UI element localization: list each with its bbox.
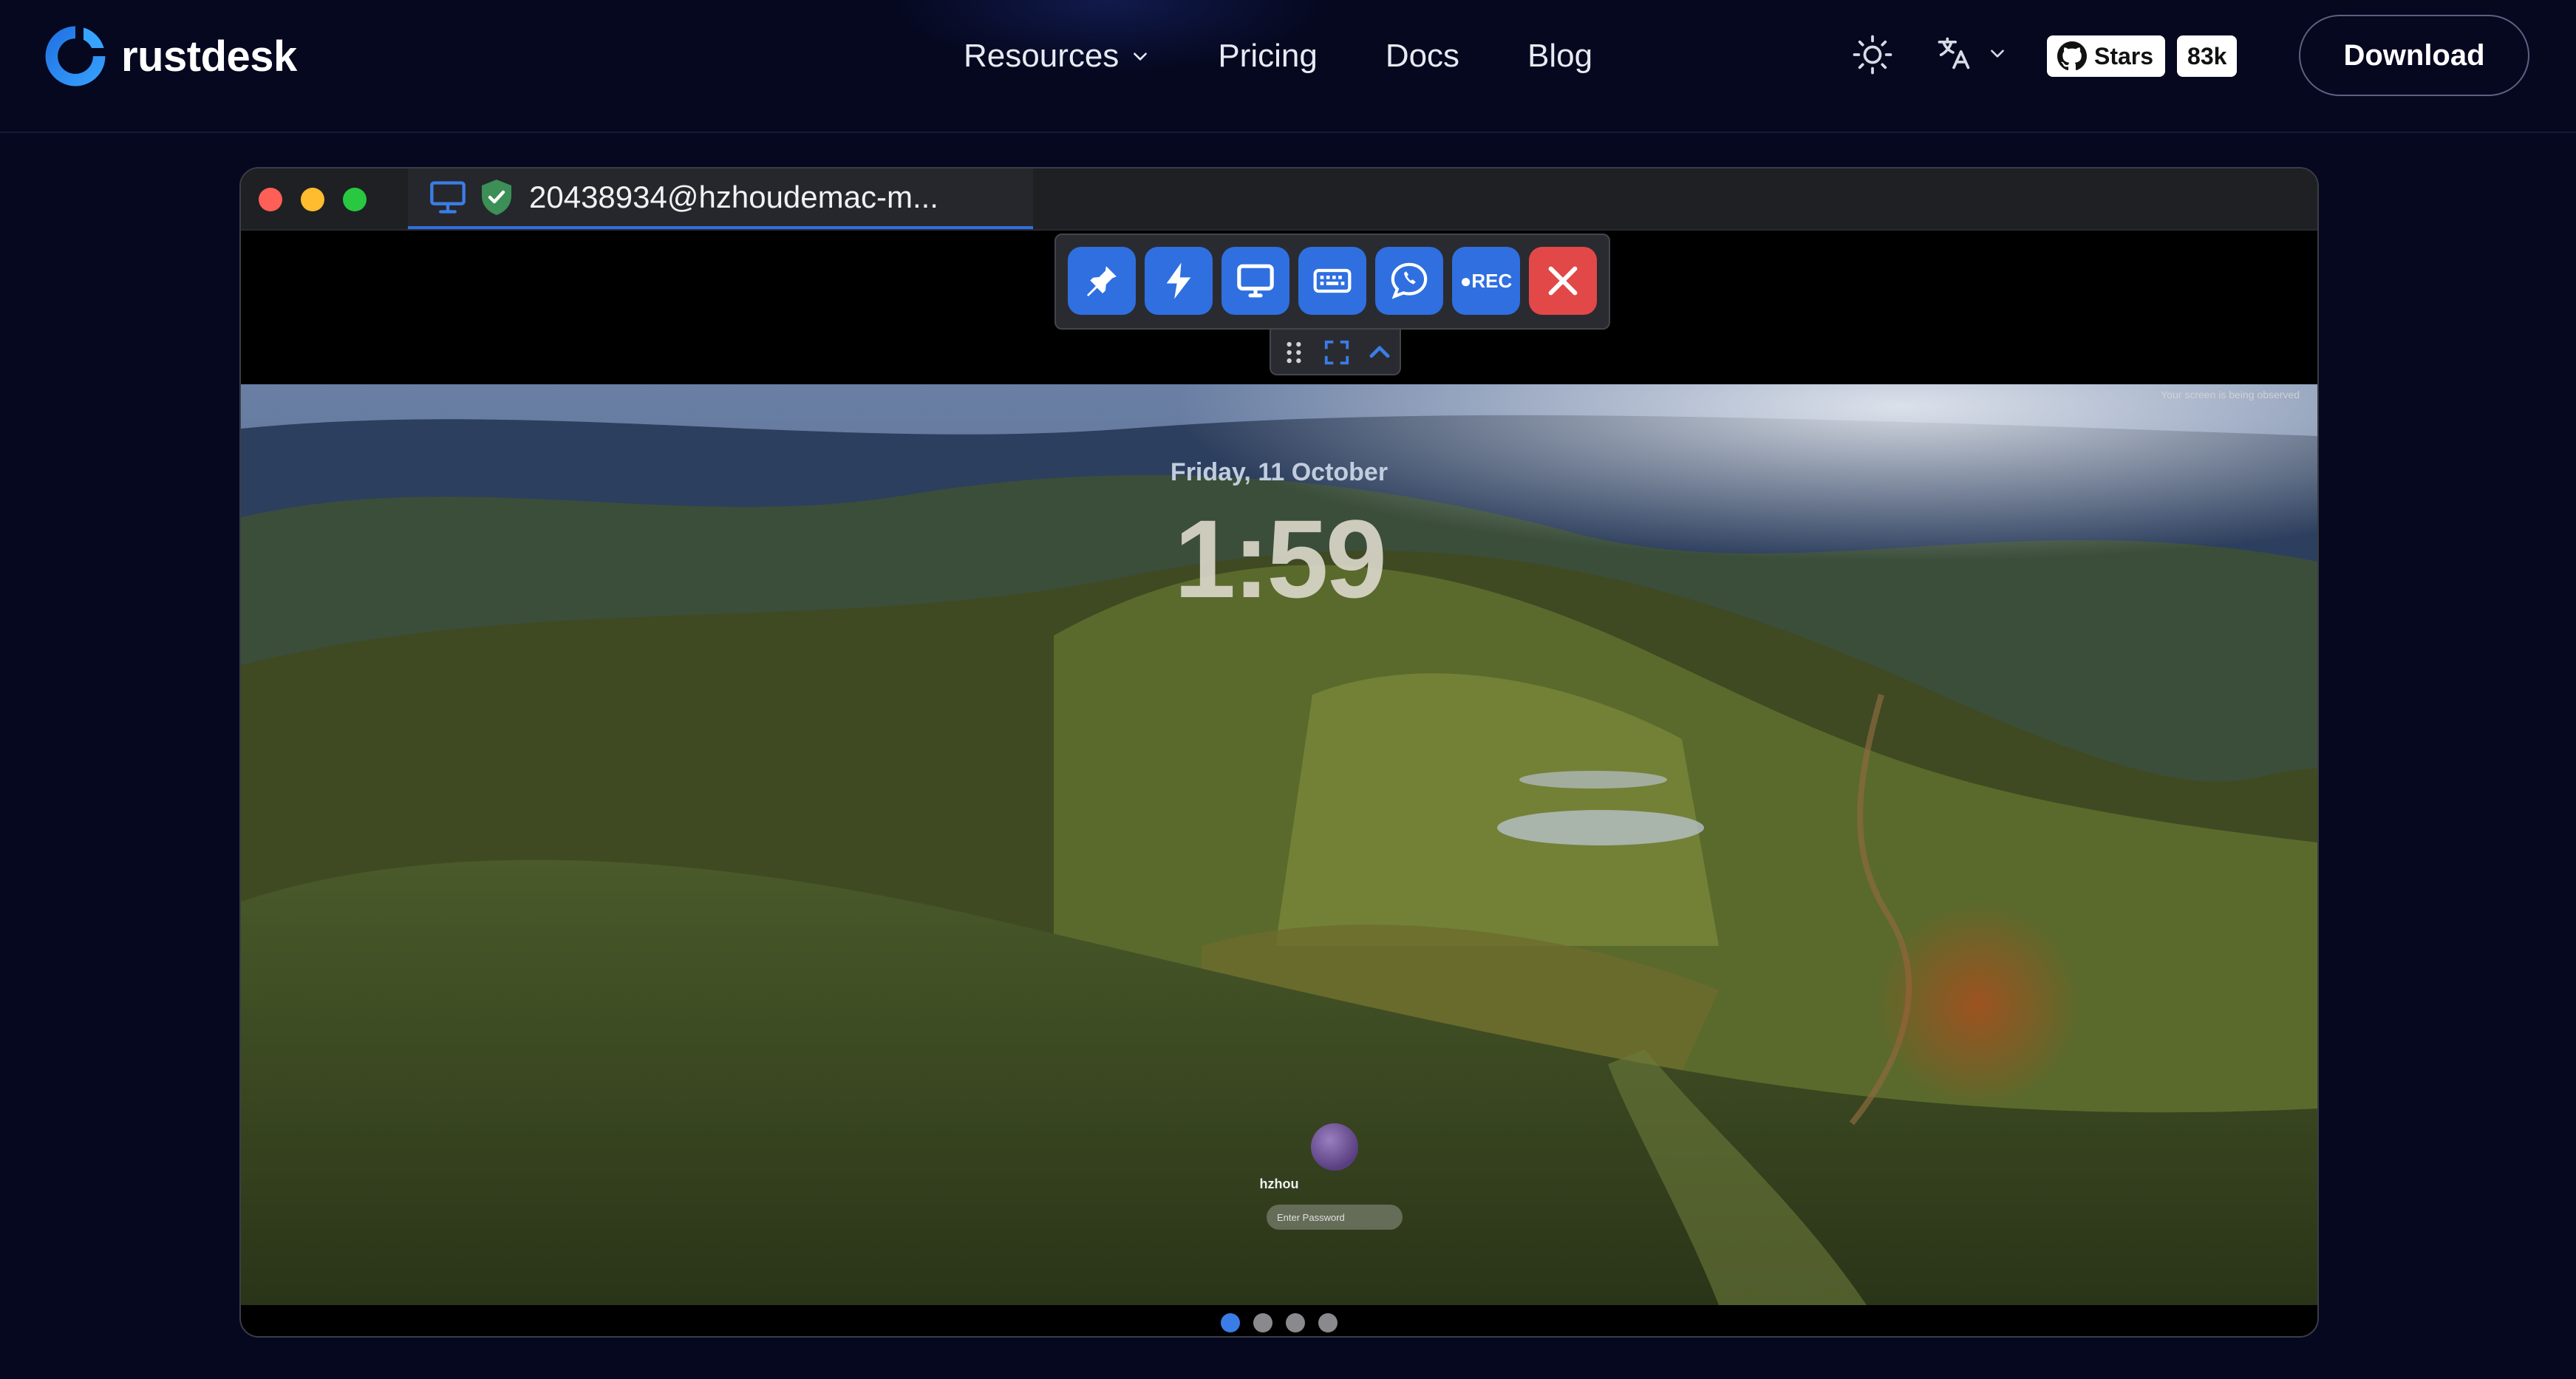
logo[interactable]: rustdesk bbox=[41, 22, 297, 90]
display-toolbar-button[interactable] bbox=[1221, 247, 1289, 315]
session-toolbar: ●REC bbox=[1054, 234, 1610, 330]
lock-screen-date: Friday, 11 October bbox=[1170, 458, 1388, 486]
action-toolbar-button[interactable] bbox=[1145, 247, 1213, 315]
github-stars-count[interactable]: 83k bbox=[2177, 35, 2238, 77]
pager-dot[interactable] bbox=[1318, 1313, 1338, 1332]
rustdesk-logo-icon bbox=[45, 26, 106, 86]
nav-docs-label: Docs bbox=[1385, 38, 1460, 74]
fullscreen-icon[interactable] bbox=[1323, 338, 1351, 367]
chevron-up-icon[interactable] bbox=[1366, 338, 1394, 367]
close-icon bbox=[1548, 266, 1578, 296]
chevron-down-icon bbox=[1134, 52, 1148, 61]
nav-resources-label: Resources bbox=[964, 38, 1120, 74]
user-avatar[interactable] bbox=[1311, 1123, 1358, 1171]
github-stars-button[interactable]: Stars bbox=[2047, 35, 2166, 77]
monitor-icon bbox=[1237, 264, 1274, 298]
nav-resources[interactable]: Resources bbox=[964, 30, 1150, 83]
sun-icon[interactable] bbox=[1852, 34, 1893, 75]
lock-screen-time: 1:59 bbox=[1173, 497, 1387, 621]
main-nav: Resources Pricing Docs Blog bbox=[964, 30, 1592, 83]
window-maximize-button[interactable] bbox=[343, 188, 367, 211]
close-session-button[interactable] bbox=[1529, 247, 1597, 315]
window-close-button[interactable] bbox=[259, 188, 282, 211]
nav-pricing-label: Pricing bbox=[1218, 38, 1318, 74]
language-selector[interactable] bbox=[1935, 34, 2007, 72]
session-tab-title: 20438934@hzhoudemac-m... bbox=[529, 180, 938, 214]
pager-dot[interactable] bbox=[1221, 1313, 1240, 1332]
session-tab[interactable]: 20438934@hzhoudemac-m... bbox=[408, 168, 1033, 229]
rustdesk-remote-window: 20438934@hzhoudemac-m... ●REC Your scree… bbox=[239, 167, 2319, 1338]
pager-dot[interactable] bbox=[1253, 1313, 1272, 1332]
site-header: rustdesk Resources Pricing Docs Blog Sta… bbox=[0, 0, 2576, 133]
password-input[interactable]: Enter Password bbox=[1267, 1205, 1403, 1230]
nav-blog[interactable]: Blog bbox=[1527, 30, 1592, 83]
chat-toolbar-button[interactable] bbox=[1375, 247, 1443, 315]
lock-screen-username: hzhou bbox=[1259, 1177, 1299, 1191]
monitor-icon bbox=[430, 181, 466, 214]
window-minimize-button[interactable] bbox=[301, 188, 324, 211]
drag-handle-icon[interactable] bbox=[1280, 338, 1308, 367]
window-titlebar: 20438934@hzhoudemac-m... bbox=[241, 168, 2317, 231]
keyboard-icon bbox=[1313, 268, 1352, 293]
github-stars-label: Stars bbox=[2094, 42, 2154, 69]
chat-phone-icon bbox=[1391, 262, 1428, 299]
nav-pricing[interactable]: Pricing bbox=[1218, 30, 1318, 83]
pager-dot[interactable] bbox=[1286, 1313, 1305, 1332]
carousel-pager bbox=[241, 1307, 2317, 1336]
brand-name: rustdesk bbox=[121, 32, 297, 81]
nav-docs[interactable]: Docs bbox=[1386, 30, 1459, 83]
record-label: ●REC bbox=[1459, 269, 1513, 292]
pin-toolbar-button[interactable] bbox=[1068, 247, 1136, 315]
github-icon bbox=[2057, 41, 2087, 71]
observed-notice: Your screen is being observed bbox=[2161, 389, 2300, 401]
translate-icon bbox=[1938, 37, 1970, 69]
toolbar-handle bbox=[1270, 330, 1401, 375]
download-button[interactable]: Download bbox=[2299, 15, 2529, 96]
remote-screen[interactable]: Your screen is being observed Friday, 11… bbox=[241, 384, 2317, 1305]
chevron-down-icon bbox=[1991, 50, 2004, 58]
pin-icon bbox=[1086, 266, 1117, 296]
github-stars-badge[interactable]: Stars 83k bbox=[2047, 35, 2238, 77]
lightning-icon bbox=[1166, 262, 1191, 299]
keyboard-toolbar-button[interactable] bbox=[1298, 247, 1366, 315]
nav-blog-label: Blog bbox=[1527, 38, 1593, 74]
record-toolbar-button[interactable]: ●REC bbox=[1452, 247, 1520, 315]
shield-check-icon bbox=[482, 180, 511, 215]
